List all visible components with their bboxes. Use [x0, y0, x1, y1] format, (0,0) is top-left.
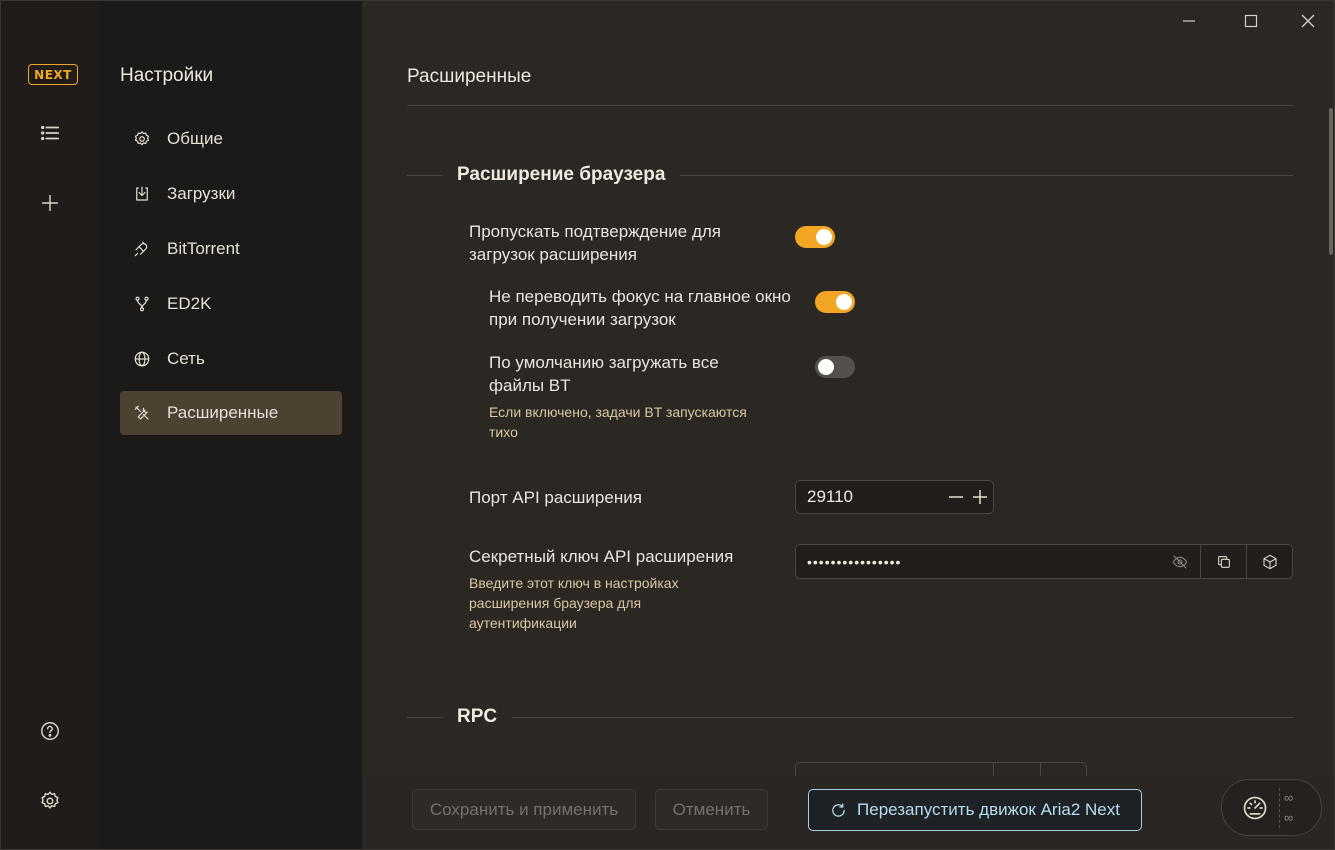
nav-item-general[interactable]: Общие	[120, 117, 342, 161]
api-secret-label: Секретный ключ API расширения	[469, 547, 734, 566]
settings-nav: Настройки Общие Загрузки BitTorrent ED2K	[100, 1, 362, 849]
maximize-button[interactable]	[1228, 9, 1274, 33]
plus-icon	[41, 194, 59, 212]
fork-icon	[132, 294, 152, 314]
increment-button[interactable]	[969, 486, 991, 508]
task-list-button[interactable]	[30, 113, 70, 153]
nav-item-label: Расширенные	[167, 403, 279, 422]
api-secret-hint: Введите этот ключ в настройках расширени…	[469, 575, 679, 631]
help-icon	[41, 722, 59, 740]
scrollbar-thumb[interactable]	[1329, 108, 1333, 255]
generate-key-button[interactable]	[1247, 545, 1292, 578]
bt-all-files-toggle[interactable]	[815, 356, 855, 378]
close-icon	[1301, 14, 1315, 28]
restart-engine-button[interactable]: Перезапустить движок Aria2 Next	[808, 789, 1142, 831]
settings-content: Расширенные Расширение браузера Пропуска…	[362, 1, 1334, 849]
section-title: RPC	[457, 706, 498, 727]
copy-button[interactable]	[1201, 545, 1246, 578]
globe-icon	[132, 349, 152, 369]
section-browser-extension: Расширение браузера	[407, 163, 1293, 187]
nav-item-ed2k[interactable]: ED2K	[120, 282, 342, 326]
section-rpc: RPC	[407, 705, 1293, 729]
toggle-visibility-button[interactable]	[1160, 545, 1200, 578]
nav-item-label: Сеть	[167, 349, 205, 368]
nav-item-network[interactable]: Сеть	[120, 337, 342, 381]
api-secret-value: ••••••••••••••••	[807, 553, 902, 570]
api-secret-input[interactable]: ••••••••••••••••	[795, 544, 1293, 579]
bt-all-files-hint: Если включено, задачи BT запускаются тих…	[489, 404, 747, 440]
nav-item-bittorrent[interactable]: BitTorrent	[120, 227, 342, 271]
api-port-value: 29110	[807, 487, 854, 506]
bt-all-files-label: По умолчанию загружать все файлы BT	[489, 353, 719, 395]
nav-item-label: ED2K	[167, 294, 212, 313]
plus-icon	[973, 490, 987, 504]
save-apply-button[interactable]: Сохранить и применить	[412, 789, 636, 830]
no-focus-toggle[interactable]	[815, 291, 855, 313]
nav-item-label: Загрузки	[167, 184, 236, 203]
maximize-icon	[1244, 14, 1258, 28]
minimize-icon	[1183, 20, 1195, 22]
skip-confirm-label: Пропускать подтверждение для загрузок ра…	[469, 222, 721, 264]
list-icon	[41, 125, 60, 141]
left-rail: NEXT	[1, 1, 100, 849]
decrement-button[interactable]	[945, 486, 967, 508]
tools-icon	[132, 403, 152, 423]
minus-icon	[949, 496, 963, 498]
close-button[interactable]	[1285, 9, 1331, 33]
download-rate: ∞	[1284, 809, 1294, 825]
download-icon	[132, 184, 152, 204]
nav-item-advanced[interactable]: Расширенные	[120, 391, 342, 435]
title-divider	[407, 105, 1293, 106]
copy-icon	[1217, 555, 1230, 568]
nav-title: Настройки	[120, 65, 214, 86]
nav-item-label: Общие	[167, 129, 223, 148]
app-logo: NEXT	[28, 64, 78, 85]
api-port-input[interactable]: 29110	[795, 480, 994, 514]
speed-meter[interactable]: ∞ ∞	[1221, 779, 1322, 836]
skip-confirm-toggle[interactable]	[795, 226, 835, 248]
page-title: Расширенные	[407, 66, 532, 87]
minimize-button[interactable]	[1166, 9, 1212, 33]
magnet-icon	[132, 239, 152, 259]
gear-icon	[132, 129, 152, 149]
cancel-button[interactable]: Отменить	[655, 789, 768, 830]
refresh-icon	[832, 802, 845, 817]
eye-off-icon	[1172, 554, 1188, 569]
add-task-button[interactable]	[30, 183, 70, 223]
api-port-label: Порт API расширения	[469, 488, 642, 507]
settings-button[interactable]	[30, 781, 70, 821]
cube-icon	[1262, 554, 1277, 569]
nav-item-downloads[interactable]: Загрузки	[120, 172, 342, 216]
help-button[interactable]	[30, 711, 70, 751]
app-window: NEXT Настройки Общие Загрузки BitTorrent…	[0, 0, 1335, 850]
gear-icon	[41, 791, 59, 809]
no-focus-label: Не переводить фокус на главное окно при …	[489, 287, 791, 329]
restart-engine-label: Перезапустить движок Aria2 Next	[857, 800, 1120, 819]
speedometer-icon	[1243, 796, 1267, 819]
upload-rate: ∞	[1284, 789, 1294, 805]
nav-item-label: BitTorrent	[167, 239, 240, 258]
section-title: Расширение браузера	[457, 164, 666, 185]
